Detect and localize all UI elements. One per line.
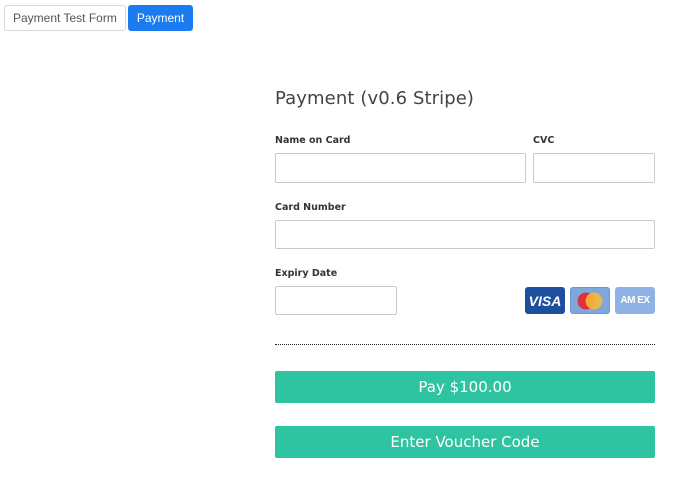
name-on-card-field[interactable]: [275, 153, 526, 183]
mastercard-icon: [570, 287, 610, 314]
visa-text: VISA: [528, 292, 562, 309]
name-on-card-input[interactable]: [276, 154, 525, 182]
page-title: Payment (v0.6 Stripe): [275, 88, 475, 109]
card-number-field[interactable]: [275, 220, 655, 249]
tab-bar: Payment Test Form Payment: [4, 5, 194, 31]
accepted-cards: VISA AM EX: [525, 287, 655, 314]
card-number-input[interactable]: [276, 221, 654, 248]
pay-button[interactable]: Pay $100.00: [275, 371, 655, 403]
tab-payment[interactable]: Payment: [127, 5, 194, 31]
tab-payment-test-form[interactable]: Payment Test Form: [4, 5, 126, 31]
expiry-date-label: Expiry Date: [275, 268, 338, 279]
payment-form: Payment (v0.6 Stripe) Name on Card CVC C…: [275, 88, 655, 458]
cvc-label: CVC: [533, 135, 555, 146]
visa-icon: VISA: [525, 287, 565, 314]
expiry-date-input[interactable]: [276, 287, 396, 314]
card-number-label: Card Number: [275, 202, 346, 213]
amex-icon: AM EX: [615, 287, 655, 314]
cvc-field[interactable]: [533, 153, 655, 183]
mastercard-circles-icon: [577, 292, 603, 309]
name-on-card-label: Name on Card: [275, 135, 351, 146]
amex-text: AM EX: [620, 295, 650, 306]
cvc-input[interactable]: [534, 154, 654, 182]
enter-voucher-code-button[interactable]: Enter Voucher Code: [275, 426, 655, 458]
divider: [275, 344, 655, 345]
expiry-date-field[interactable]: [275, 286, 397, 315]
